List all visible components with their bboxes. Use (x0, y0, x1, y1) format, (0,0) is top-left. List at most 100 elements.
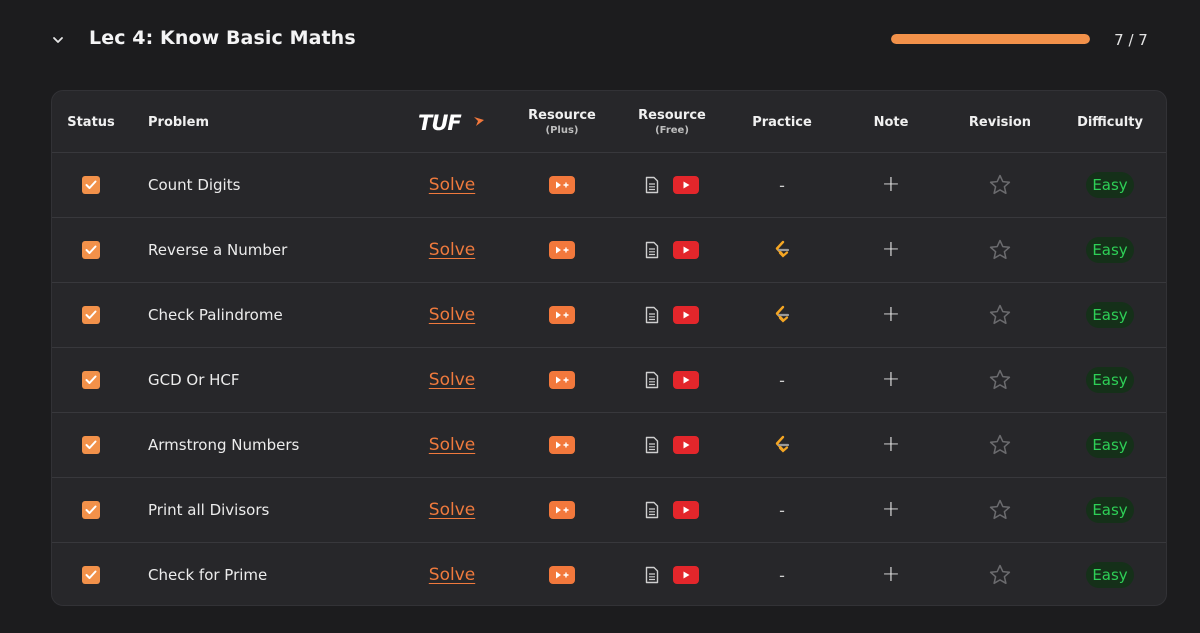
problem-name[interactable]: Armstrong Numbers (148, 436, 299, 454)
video-plus-icon[interactable] (549, 501, 575, 519)
difficulty-badge: Easy (1086, 497, 1134, 523)
problems-table: Status Problem TUF Resource (Plus) Resou… (51, 90, 1167, 606)
progress-bar-fill (891, 34, 1090, 44)
table-row: Armstrong Numbers Solve + Easy (52, 413, 1166, 478)
solve-link[interactable]: Solve (429, 175, 475, 195)
status-checkbox[interactable] (82, 436, 100, 454)
table-row: Reverse a Number Solve + Easy (52, 218, 1166, 283)
article-icon[interactable] (645, 436, 659, 454)
section-header: Lec 4: Know Basic Maths 7 / 7 (0, 0, 1200, 80)
tuf-logo: TUF (404, 91, 500, 153)
checkmark-icon (85, 440, 97, 449)
add-note-button[interactable]: + (882, 304, 900, 326)
article-icon[interactable] (645, 306, 659, 324)
video-plus-icon[interactable] (549, 436, 575, 454)
star-icon[interactable] (988, 433, 1012, 457)
table-row: Print all Divisors Solve - + Easy (52, 478, 1166, 543)
star-icon[interactable] (988, 303, 1012, 327)
difficulty-badge: Easy (1086, 367, 1134, 393)
leetcode-icon[interactable] (771, 434, 793, 456)
status-checkbox[interactable] (82, 566, 100, 584)
practice-empty: - (779, 370, 785, 390)
video-plus-icon[interactable] (549, 566, 575, 584)
article-icon[interactable] (645, 241, 659, 259)
video-plus-icon[interactable] (549, 371, 575, 389)
tuf-logo-text: TUF (418, 111, 462, 134)
practice-empty: - (779, 175, 785, 195)
video-plus-icon[interactable] (549, 176, 575, 194)
header-revision: Revision (968, 114, 1032, 130)
section-title[interactable]: Lec 4: Know Basic Maths (89, 27, 356, 49)
add-note-button[interactable]: + (882, 369, 900, 391)
add-note-button[interactable]: + (882, 239, 900, 261)
youtube-icon[interactable] (673, 176, 699, 194)
status-checkbox[interactable] (82, 306, 100, 324)
progress-count: 7 / 7 (1114, 31, 1148, 49)
header-resource-free: Resource (Free) (622, 91, 722, 153)
leetcode-icon[interactable] (771, 239, 793, 261)
checkmark-icon (85, 375, 97, 384)
table-header: Status Problem TUF Resource (Plus) Resou… (52, 91, 1166, 153)
article-icon[interactable] (645, 566, 659, 584)
article-icon[interactable] (645, 371, 659, 389)
video-plus-icon[interactable] (549, 241, 575, 259)
add-note-button[interactable]: + (882, 174, 900, 196)
solve-link[interactable]: Solve (429, 565, 475, 585)
article-icon[interactable] (645, 176, 659, 194)
add-note-button[interactable]: + (882, 564, 900, 586)
checkmark-icon (85, 310, 97, 319)
header-note: Note (873, 114, 909, 130)
star-icon[interactable] (988, 563, 1012, 587)
solve-link[interactable]: Solve (429, 370, 475, 390)
youtube-icon[interactable] (673, 371, 699, 389)
header-problem: Problem (148, 114, 209, 130)
status-checkbox[interactable] (82, 501, 100, 519)
video-plus-icon[interactable] (549, 306, 575, 324)
youtube-icon[interactable] (673, 306, 699, 324)
header-resource-free-sub: (Free) (655, 125, 689, 136)
solve-link[interactable]: Solve (429, 500, 475, 520)
progress-bar (891, 34, 1090, 44)
checkmark-icon (85, 180, 97, 189)
problem-name[interactable]: Count Digits (148, 176, 240, 194)
youtube-icon[interactable] (673, 241, 699, 259)
chevron-down-icon[interactable] (48, 30, 68, 50)
star-icon[interactable] (988, 238, 1012, 262)
problem-name[interactable]: GCD Or HCF (148, 371, 240, 389)
status-checkbox[interactable] (82, 176, 100, 194)
article-icon[interactable] (645, 501, 659, 519)
youtube-icon[interactable] (673, 436, 699, 454)
header-status: Status (67, 114, 115, 130)
difficulty-badge: Easy (1086, 432, 1134, 458)
add-note-button[interactable]: + (882, 434, 900, 456)
solve-link[interactable]: Solve (429, 240, 475, 260)
checkmark-icon (85, 505, 97, 514)
youtube-icon[interactable] (673, 566, 699, 584)
checkmark-icon (85, 245, 97, 254)
practice-empty: - (779, 500, 785, 520)
table-row: Check for Prime Solve - + Easy (52, 543, 1166, 605)
solve-link[interactable]: Solve (429, 305, 475, 325)
star-icon[interactable] (988, 173, 1012, 197)
status-checkbox[interactable] (82, 371, 100, 389)
difficulty-badge: Easy (1086, 172, 1134, 198)
difficulty-badge: Easy (1086, 237, 1134, 263)
status-checkbox[interactable] (82, 241, 100, 259)
table-row: GCD Or HCF Solve - + Easy (52, 348, 1166, 413)
star-icon[interactable] (988, 498, 1012, 522)
youtube-icon[interactable] (673, 501, 699, 519)
header-practice: Practice (752, 114, 812, 130)
problem-name[interactable]: Check Palindrome (148, 306, 283, 324)
add-note-button[interactable]: + (882, 499, 900, 521)
problem-name[interactable]: Print all Divisors (148, 501, 269, 519)
checkmark-icon (85, 570, 97, 579)
solve-link[interactable]: Solve (429, 435, 475, 455)
header-resource-plus-sub: (Plus) (545, 125, 579, 136)
star-icon[interactable] (988, 368, 1012, 392)
leetcode-icon[interactable] (771, 304, 793, 326)
practice-empty: - (779, 565, 785, 585)
problem-name[interactable]: Reverse a Number (148, 241, 287, 259)
table-row: Count Digits Solve - + Easy (52, 153, 1166, 218)
header-resource-free-label: Resource (638, 108, 706, 123)
problem-name[interactable]: Check for Prime (148, 566, 267, 584)
